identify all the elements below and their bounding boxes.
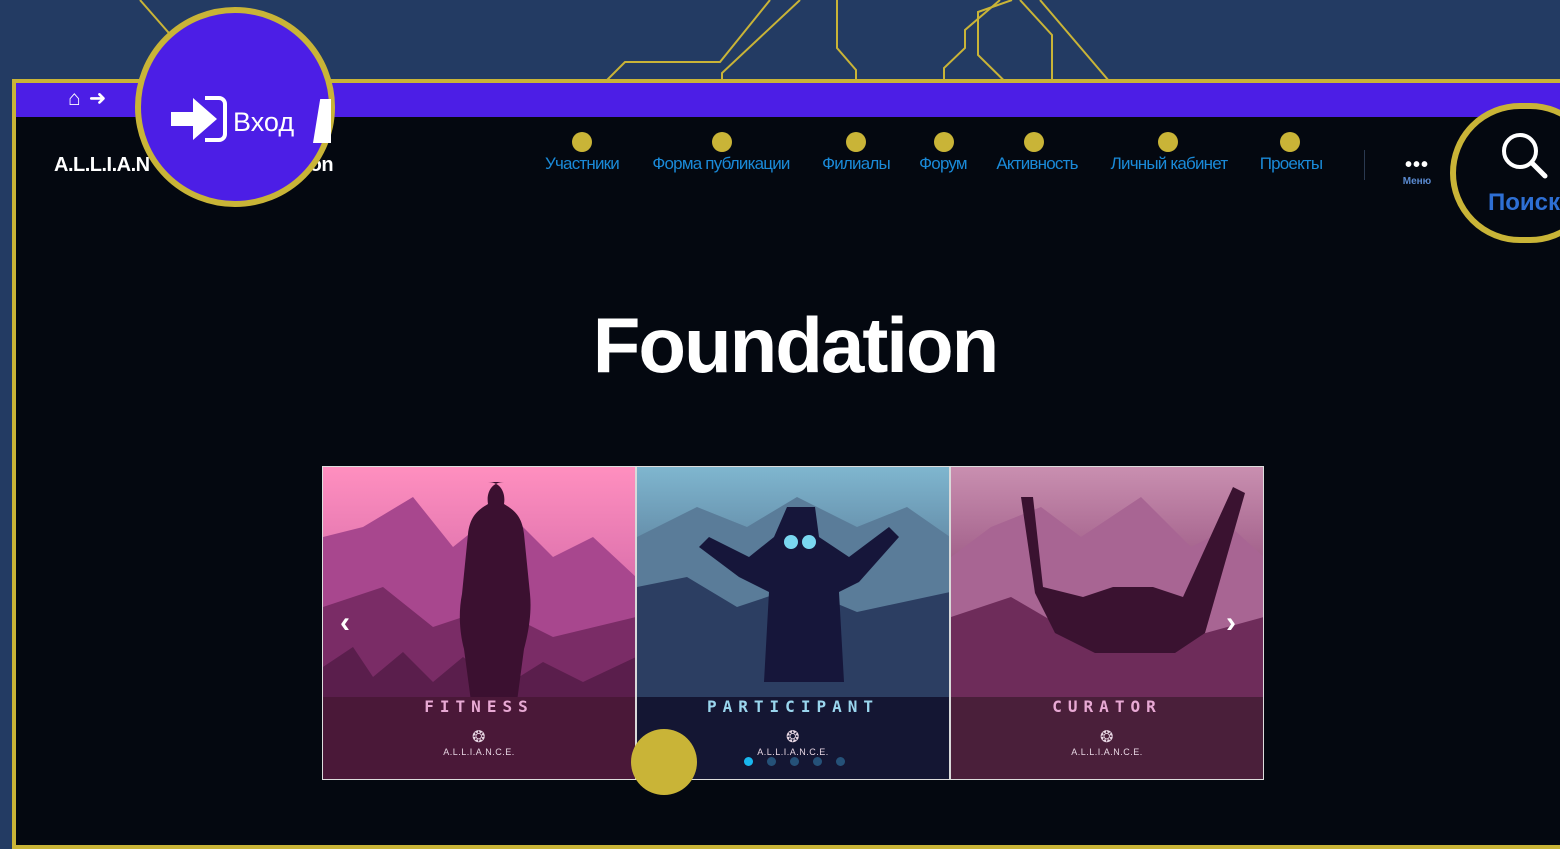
alliance-emblem-icon: ❂ [472,729,486,746]
callout-pin [1024,132,1044,152]
search-icon [1502,133,1548,179]
callout-pin [1158,132,1178,152]
topbar-icon-group: ⌂ ➜ [68,87,106,111]
carousel-dot[interactable] [813,757,822,766]
callout-pin [934,132,954,152]
nav-divider [1364,150,1365,180]
login-callout[interactable]: Вход [135,7,335,207]
nav-item-projects[interactable]: Проекты [1260,154,1323,174]
slide-title: FITNESS [424,697,534,716]
nav-item-forum[interactable]: Форум [919,154,967,174]
callout-pin [712,132,732,152]
carousel-dot[interactable] [836,757,845,766]
carousel-dot[interactable] [767,757,776,766]
menu-label: Меню [1402,176,1432,187]
sign-in-icon [171,96,227,142]
carousel-slide-curator[interactable]: CURATOR ❂ A.L.L.I.A.N.C.E. [949,467,1263,779]
nav-item-activity[interactable]: Активность [996,154,1078,174]
more-menu-button[interactable]: ••• Меню [1398,154,1436,187]
carousel-next-icon[interactable]: › [1226,608,1236,638]
carousel-prev-icon[interactable]: ‹ [340,608,350,638]
alliance-logo: ❂ A.L.L.I.A.N.C.E. [323,729,635,757]
carousel-slide-fitness[interactable]: FITNESS ❂ A.L.L.I.A.N.C.E. [323,467,635,779]
callout-pin [1280,132,1300,152]
alliance-logo: ❂ A.L.L.I.A.N.C.E. [951,729,1263,757]
nav-item-participants[interactable]: Участники [545,154,620,174]
nav-item-publication-form[interactable]: Форма публикации [652,154,790,174]
search-label: Поиск [1488,189,1560,216]
slide-title: PARTICIPANT [707,697,879,716]
nav-item-branches[interactable]: Филиалы [822,154,891,174]
screenshot-stage: ⌂ ➜ A.L.L.I.A.N on Участники Форма публик… [0,0,1560,849]
image-carousel: FITNESS ❂ A.L.L.I.A.N.C.E. PARTICIPANT ❂ A… [322,466,1264,780]
callout-pin [572,132,592,152]
alliance-emblem-icon: ❂ [1100,729,1114,746]
user-icon-fragment [313,99,331,143]
page-title: Foundation [592,301,1000,389]
carousel-dot[interactable] [790,757,799,766]
sign-in-icon[interactable]: ➜ [89,87,107,111]
carousel-slide-participant[interactable]: PARTICIPANT ❂ A.L.L.I.A.N.C.E. [635,467,949,779]
carousel-dots [744,757,845,766]
login-label: Вход [233,107,295,137]
slide-title: CURATOR [1052,697,1162,716]
carousel-callout-pin [631,729,697,795]
carousel-dot[interactable] [744,757,753,766]
more-dots-icon: ••• [1404,154,1429,176]
home-icon[interactable]: ⌂ [68,87,81,111]
callout-pin [846,132,866,152]
nav-item-account[interactable]: Личный кабинет [1111,154,1229,174]
